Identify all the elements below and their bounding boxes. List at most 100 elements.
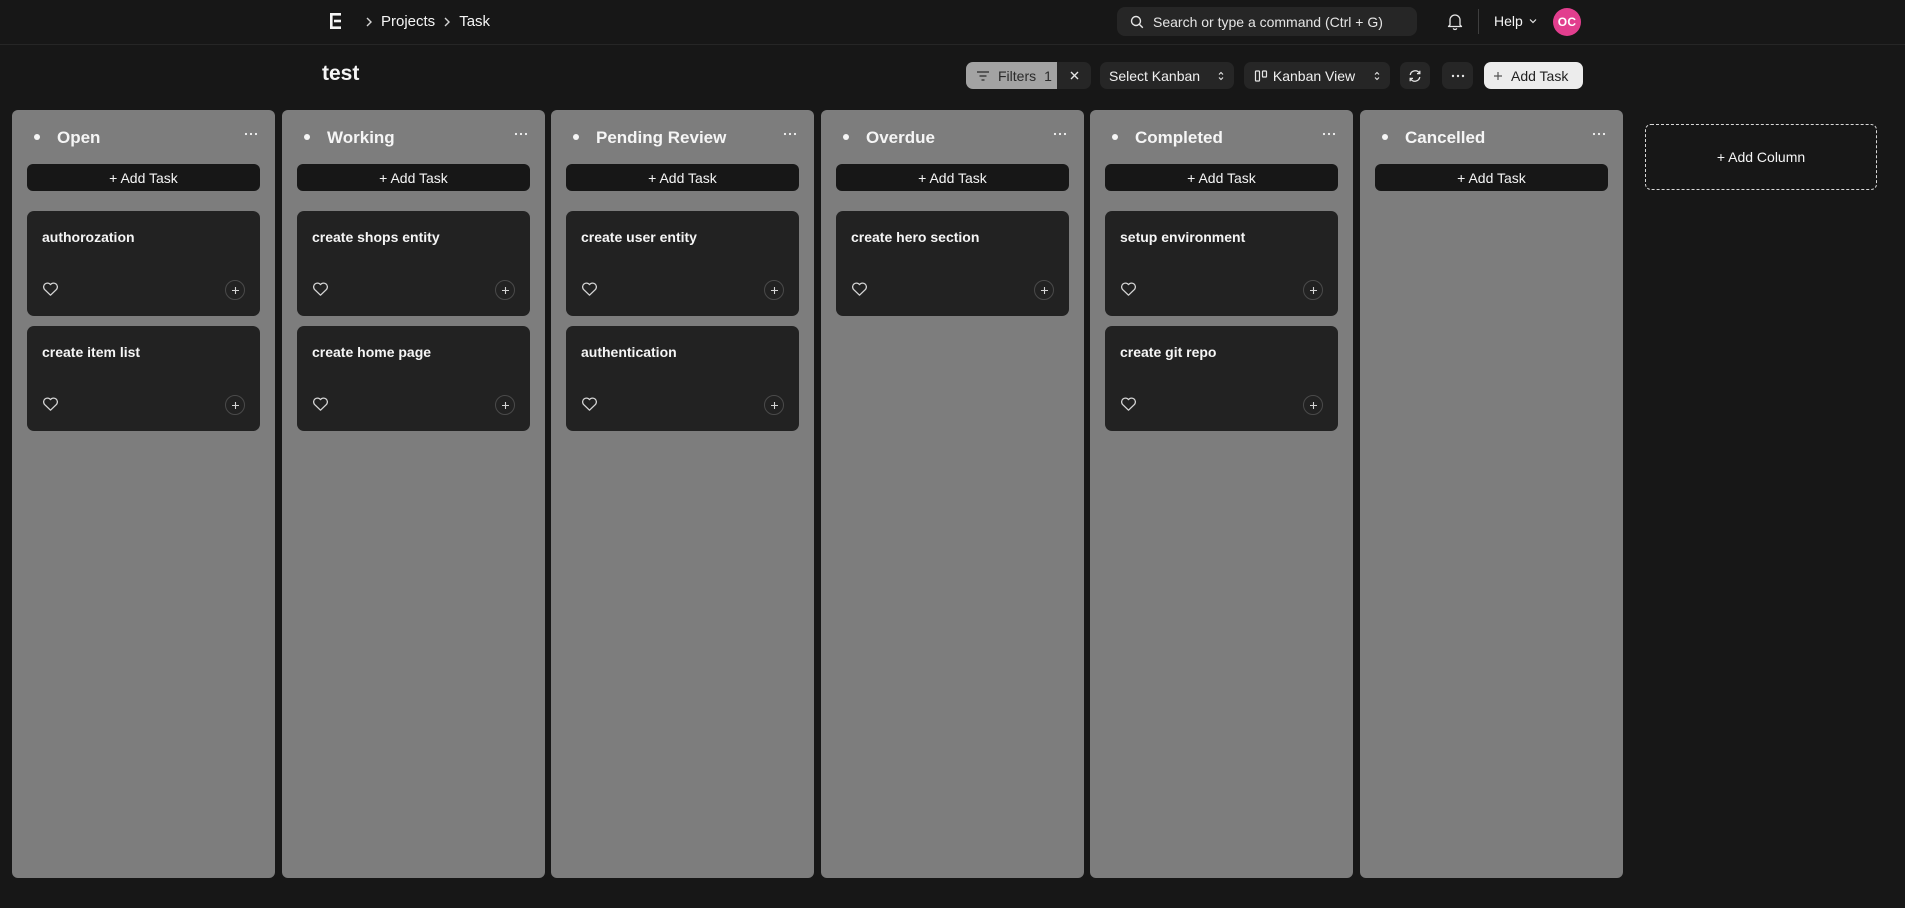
more-options-button[interactable] (1442, 62, 1473, 89)
heart-icon[interactable] (581, 396, 598, 412)
status-dot (34, 134, 40, 140)
heart-icon[interactable] (581, 281, 598, 297)
help-menu[interactable]: Help (1494, 11, 1538, 31)
select-kanban-dropdown[interactable]: Select Kanban (1100, 62, 1234, 89)
select-kanban-label: Select Kanban (1109, 67, 1201, 84)
heart-icon[interactable] (42, 281, 59, 297)
column-header: Cancelled (1360, 110, 1623, 160)
filters-button[interactable]: Filters 1 (966, 62, 1057, 89)
kanban-column: Cancelled + Add Task (1360, 110, 1623, 878)
ellipsis-icon (244, 132, 258, 136)
status-dot (1112, 134, 1118, 140)
column-menu-button[interactable] (1319, 124, 1339, 138)
column-add-task-button[interactable]: + Add Task (1105, 164, 1338, 191)
column-title: Completed (1135, 128, 1223, 147)
plus-icon (501, 401, 509, 409)
task-card[interactable]: create item list (27, 326, 260, 431)
column-menu-button[interactable] (511, 124, 531, 138)
task-title: create git repo (1120, 344, 1217, 360)
card-add-button[interactable] (764, 280, 784, 300)
chevron-right-icon (366, 17, 372, 26)
app-logo-icon[interactable] (329, 12, 343, 30)
column-title: Overdue (866, 128, 935, 147)
ellipsis-icon (1053, 132, 1067, 136)
column-menu-button[interactable] (780, 124, 800, 138)
card-add-button[interactable] (495, 280, 515, 300)
column-title: Working (327, 128, 395, 147)
filter-icon (977, 70, 989, 81)
column-add-task-button[interactable]: + Add Task (836, 164, 1069, 191)
column-add-task-button[interactable]: + Add Task (1375, 164, 1608, 191)
heart-icon[interactable] (1120, 281, 1137, 297)
column-header: Pending Review (551, 110, 814, 160)
heart-icon[interactable] (312, 396, 329, 412)
task-title: create user entity (581, 229, 697, 245)
clear-filters-button[interactable] (1057, 62, 1091, 89)
column-add-task-button[interactable]: + Add Task (566, 164, 799, 191)
column-header: Working (282, 110, 545, 160)
ellipsis-icon (1322, 132, 1336, 136)
card-add-button[interactable] (764, 395, 784, 415)
plus-icon (1040, 286, 1048, 294)
column-add-task-button[interactable]: + Add Task (27, 164, 260, 191)
add-task-label: Add Task (1511, 67, 1569, 84)
kanban-column: Working + Add Task create shops entity crea… (282, 110, 545, 878)
status-dot (1382, 134, 1388, 140)
column-header: Open (12, 110, 275, 160)
card-add-button[interactable] (225, 395, 245, 415)
help-label: Help (1494, 13, 1523, 29)
page-title: test (322, 62, 360, 85)
task-card[interactable]: create shops entity (297, 211, 530, 316)
notification-bell-icon[interactable] (1446, 12, 1464, 31)
task-card[interactable]: authorozation (27, 211, 260, 316)
heart-icon[interactable] (1120, 396, 1137, 412)
task-title: authorozation (42, 229, 135, 245)
card-add-button[interactable] (1303, 280, 1323, 300)
column-menu-button[interactable] (1050, 124, 1070, 138)
heart-icon[interactable] (851, 281, 868, 297)
breadcrumb-projects[interactable]: Projects (381, 13, 435, 30)
task-title: authentication (581, 344, 677, 360)
chevron-updown-icon (1374, 71, 1380, 80)
kanban-view-icon (1254, 69, 1268, 82)
column-add-task-button[interactable]: + Add Task (297, 164, 530, 191)
column-menu-button[interactable] (1589, 124, 1609, 138)
plus-icon (231, 286, 239, 294)
kanban-column: Open + Add Task authorozation create item l… (12, 110, 275, 878)
search-icon (1130, 15, 1144, 28)
task-card[interactable]: create home page (297, 326, 530, 431)
add-task-button[interactable]: Add Task (1484, 62, 1583, 89)
breadcrumb: Projects Task (363, 0, 490, 43)
card-add-button[interactable] (495, 395, 515, 415)
column-title: Pending Review (596, 128, 727, 147)
search-placeholder: Search or type a command (Ctrl + G) (1153, 13, 1383, 30)
ellipsis-icon (1592, 132, 1606, 136)
task-card[interactable]: authentication (566, 326, 799, 431)
avatar[interactable]: OC (1553, 8, 1581, 36)
plus-icon (231, 401, 239, 409)
add-column-button[interactable]: + Add Column (1645, 124, 1877, 190)
task-card[interactable]: create git repo (1105, 326, 1338, 431)
column-menu-button[interactable] (241, 124, 261, 138)
heart-icon[interactable] (312, 281, 329, 297)
card-add-button[interactable] (1303, 395, 1323, 415)
ellipsis-icon (1451, 74, 1464, 77)
top-navbar: Projects Task Search or type a command (… (0, 0, 1905, 45)
plus-icon (501, 286, 509, 294)
view-switcher-dropdown[interactable]: Kanban View (1244, 62, 1390, 89)
task-card[interactable]: create hero section (836, 211, 1069, 316)
status-dot (843, 134, 849, 140)
breadcrumb-task[interactable]: Task (459, 13, 490, 30)
column-title: Open (57, 128, 101, 147)
heart-icon[interactable] (42, 396, 59, 412)
kanban-view-label: Kanban View (1272, 67, 1356, 84)
search-input[interactable]: Search or type a command (Ctrl + G) (1117, 7, 1417, 36)
task-card[interactable]: setup environment (1105, 211, 1338, 316)
task-card[interactable]: create user entity (566, 211, 799, 316)
refresh-button[interactable] (1400, 62, 1430, 89)
card-add-button[interactable] (225, 280, 245, 300)
card-add-button[interactable] (1034, 280, 1054, 300)
filters-count: 1 (1044, 67, 1052, 84)
task-title: create home page (312, 344, 432, 360)
kanban-column: Pending Review + Add Task create user enti… (551, 110, 814, 878)
